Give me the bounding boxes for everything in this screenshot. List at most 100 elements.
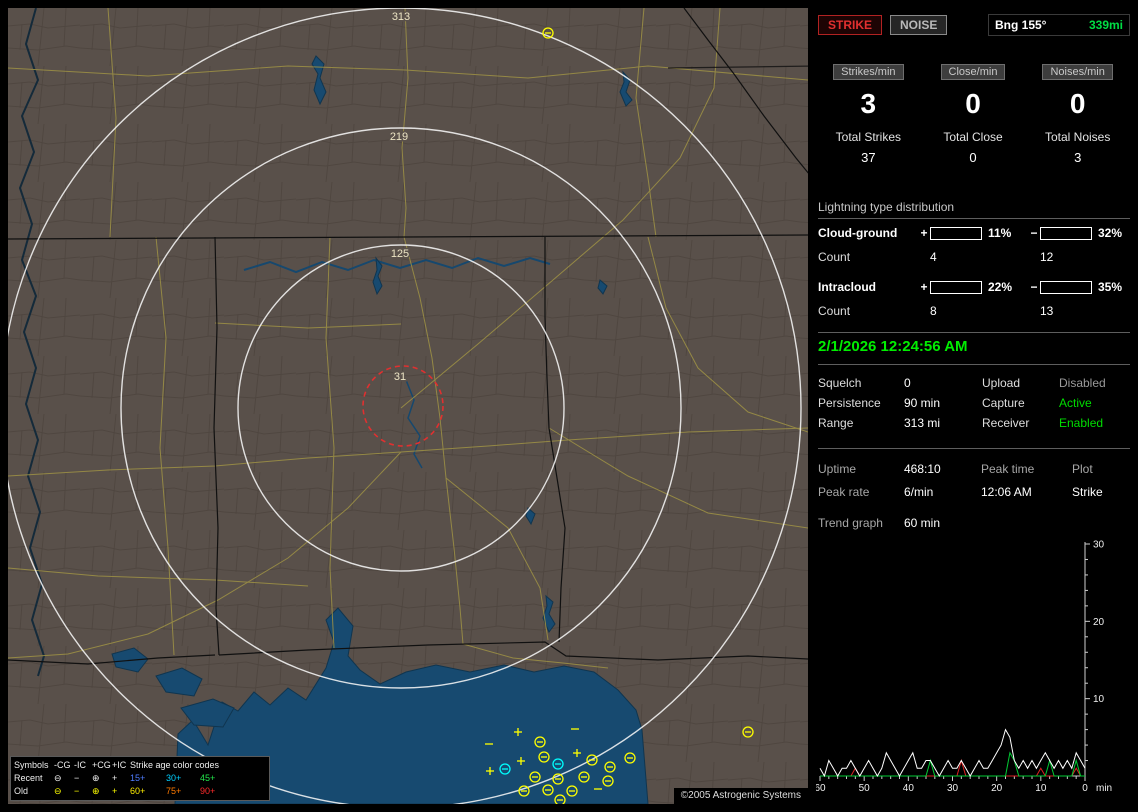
peak-rate-label: Peak rate: [818, 485, 870, 499]
close-per-min-value: 0: [965, 88, 981, 119]
rate-values-row: 3 0 0: [816, 88, 1130, 120]
peak-time-value: 12:06 AM: [981, 485, 1032, 499]
squelch-label: Squelch: [818, 376, 862, 390]
cloud-ground-label: Cloud-ground: [818, 226, 898, 240]
cg-negative-bar: [1040, 226, 1092, 240]
legend-col-ic-neg: -IC: [74, 760, 86, 770]
capture-status: Active: [1059, 396, 1092, 410]
strikes-per-min-value: 3: [860, 88, 877, 119]
plus-sign: +: [920, 226, 928, 240]
totals-values-row: 37 0 3: [816, 150, 1130, 165]
distribution-title: Lightning type distribution: [818, 200, 1130, 219]
total-noises-value: 3: [1074, 150, 1082, 165]
trend-graph-row: Trend graph 60 min: [818, 516, 940, 530]
ring-label-125: 125: [391, 248, 409, 260]
datetime-display: 2/1/2026 12:24:56 AM: [818, 338, 968, 355]
strike-mode-button[interactable]: STRIKE: [818, 15, 883, 35]
capture-label: Capture: [982, 396, 1025, 410]
minus-sign: −: [1030, 280, 1038, 294]
plot-label: Plot: [1072, 462, 1093, 476]
total-close-label: Total Close: [943, 130, 1003, 144]
ring-label-31: 31: [394, 371, 406, 383]
ic-positive-count: 8: [930, 304, 937, 318]
trend-graph-value: 60 min: [904, 516, 941, 530]
bearing-readout: Bng 155° 339mi: [988, 14, 1130, 36]
uptime-value: 468:10: [904, 462, 941, 476]
plus-sign: +: [920, 280, 928, 294]
intracloud-row: Intracloud + 22% − 35%: [818, 280, 1130, 294]
ic-negative-count: 13: [1040, 304, 1054, 318]
legend-age-header: Strike age color codes: [130, 760, 220, 770]
age-90: 90+: [200, 786, 216, 796]
svg-text:30: 30: [947, 783, 959, 794]
receiver-label: Receiver: [982, 416, 1030, 430]
bearing-value: Bng 155°: [995, 18, 1047, 32]
upload-label: Upload: [982, 376, 1021, 390]
total-close-value: 0: [969, 150, 977, 165]
mode-toolbar: STRIKE NOISE Bng 155° 339mi: [818, 14, 1130, 36]
svg-text:0: 0: [1082, 783, 1088, 794]
cg-neg-icon: ⊖: [54, 773, 62, 783]
trend-axis-labels: 10 20 30 60 50 40 30 20 10 0 min: [816, 540, 1112, 795]
stats-row-2: Peak rate 6/min 12:06 AM Strike: [818, 485, 1130, 499]
trend-graph-label: Trend graph: [818, 516, 883, 530]
trend-graph: 10 20 30 60 50 40 30 20 10 0 min: [816, 540, 1112, 795]
cg-pos-icon: ⊕: [92, 786, 100, 796]
rate-buttons-row: Strikes/min Close/min Noises/min: [816, 64, 1130, 80]
upload-status: Disabled: [1059, 376, 1106, 390]
age-75: 75+: [166, 786, 182, 796]
ic-pos-icon: +: [112, 786, 118, 796]
svg-text:10: 10: [1035, 783, 1047, 794]
svg-text:20: 20: [991, 783, 1003, 794]
svg-text:50: 50: [859, 783, 871, 794]
total-strikes-label: Total Strikes: [835, 130, 902, 144]
age-45: 45+: [200, 773, 216, 783]
legend-symbols-header: Symbols: [14, 760, 49, 770]
noise-mode-button[interactable]: NOISE: [890, 15, 948, 35]
legend-row-old-label: Old: [14, 786, 29, 796]
plot-value: Strike: [1072, 485, 1103, 499]
trend-series: [819, 728, 1086, 778]
cg-positive-percent: 11%: [988, 226, 1012, 240]
ring-label-219: 219: [390, 131, 408, 143]
ic-neg-icon: −: [74, 773, 80, 783]
svg-text:40: 40: [903, 783, 915, 794]
cloud-ground-count-row: Count 4 12: [818, 250, 1130, 264]
noises-per-min-button[interactable]: Noises/min: [1042, 64, 1113, 80]
settings-row-2: Persistence 90 min Capture Active: [818, 396, 1130, 410]
squelch-value: 0: [904, 376, 911, 390]
range-label: Range: [818, 416, 854, 430]
intracloud-count-row: Count 8 13: [818, 304, 1130, 318]
cg-neg-icon: ⊖: [54, 786, 62, 796]
peak-time-label: Peak time: [981, 462, 1035, 476]
intracloud-label: Intracloud: [818, 280, 877, 294]
trend-series-total-strikes: [819, 728, 1086, 778]
age-60: 60+: [130, 786, 146, 796]
ring-label-313: 313: [392, 11, 410, 23]
uptime-label: Uptime: [818, 462, 857, 476]
count-label: Count: [818, 250, 851, 264]
cg-pos-icon: ⊕: [92, 773, 100, 783]
strikes-per-min-button[interactable]: Strikes/min: [833, 64, 904, 80]
noises-per-min-value: 0: [1069, 88, 1086, 119]
cg-negative-count: 12: [1040, 250, 1054, 264]
trend-axis-ticks: [819, 543, 1090, 781]
close-per-min-button[interactable]: Close/min: [940, 64, 1006, 80]
map-legend: Symbols -CG -IC +CG +IC Strike age color…: [10, 756, 270, 801]
totals-labels-row: Total Strikes Total Close Total Noises: [816, 130, 1130, 144]
lightning-map[interactable]: 313 219 125 31 Symbols -CG -IC +CG +IC S…: [8, 8, 808, 804]
ic-neg-icon: −: [74, 786, 80, 796]
ic-positive-percent: 22%: [988, 280, 1013, 294]
peak-rate-value: 6/min: [904, 485, 934, 499]
legend-col-cg-pos: +CG: [92, 760, 111, 770]
cg-positive-count: 4: [930, 250, 937, 264]
ic-pos-icon: +: [112, 773, 118, 783]
total-strikes-value: 37: [861, 150, 876, 165]
ic-negative-percent: 35%: [1098, 280, 1123, 294]
age-30: 30+: [166, 773, 182, 783]
total-noises-label: Total Noises: [1044, 130, 1111, 144]
trend-series-intracloud: [820, 751, 1085, 777]
status-panel: STRIKE NOISE Bng 155° 339mi Strikes/min …: [816, 8, 1130, 804]
cloud-ground-row: Cloud-ground + 11% − 32%: [818, 226, 1130, 240]
legend-row-recent-label: Recent: [14, 773, 43, 783]
